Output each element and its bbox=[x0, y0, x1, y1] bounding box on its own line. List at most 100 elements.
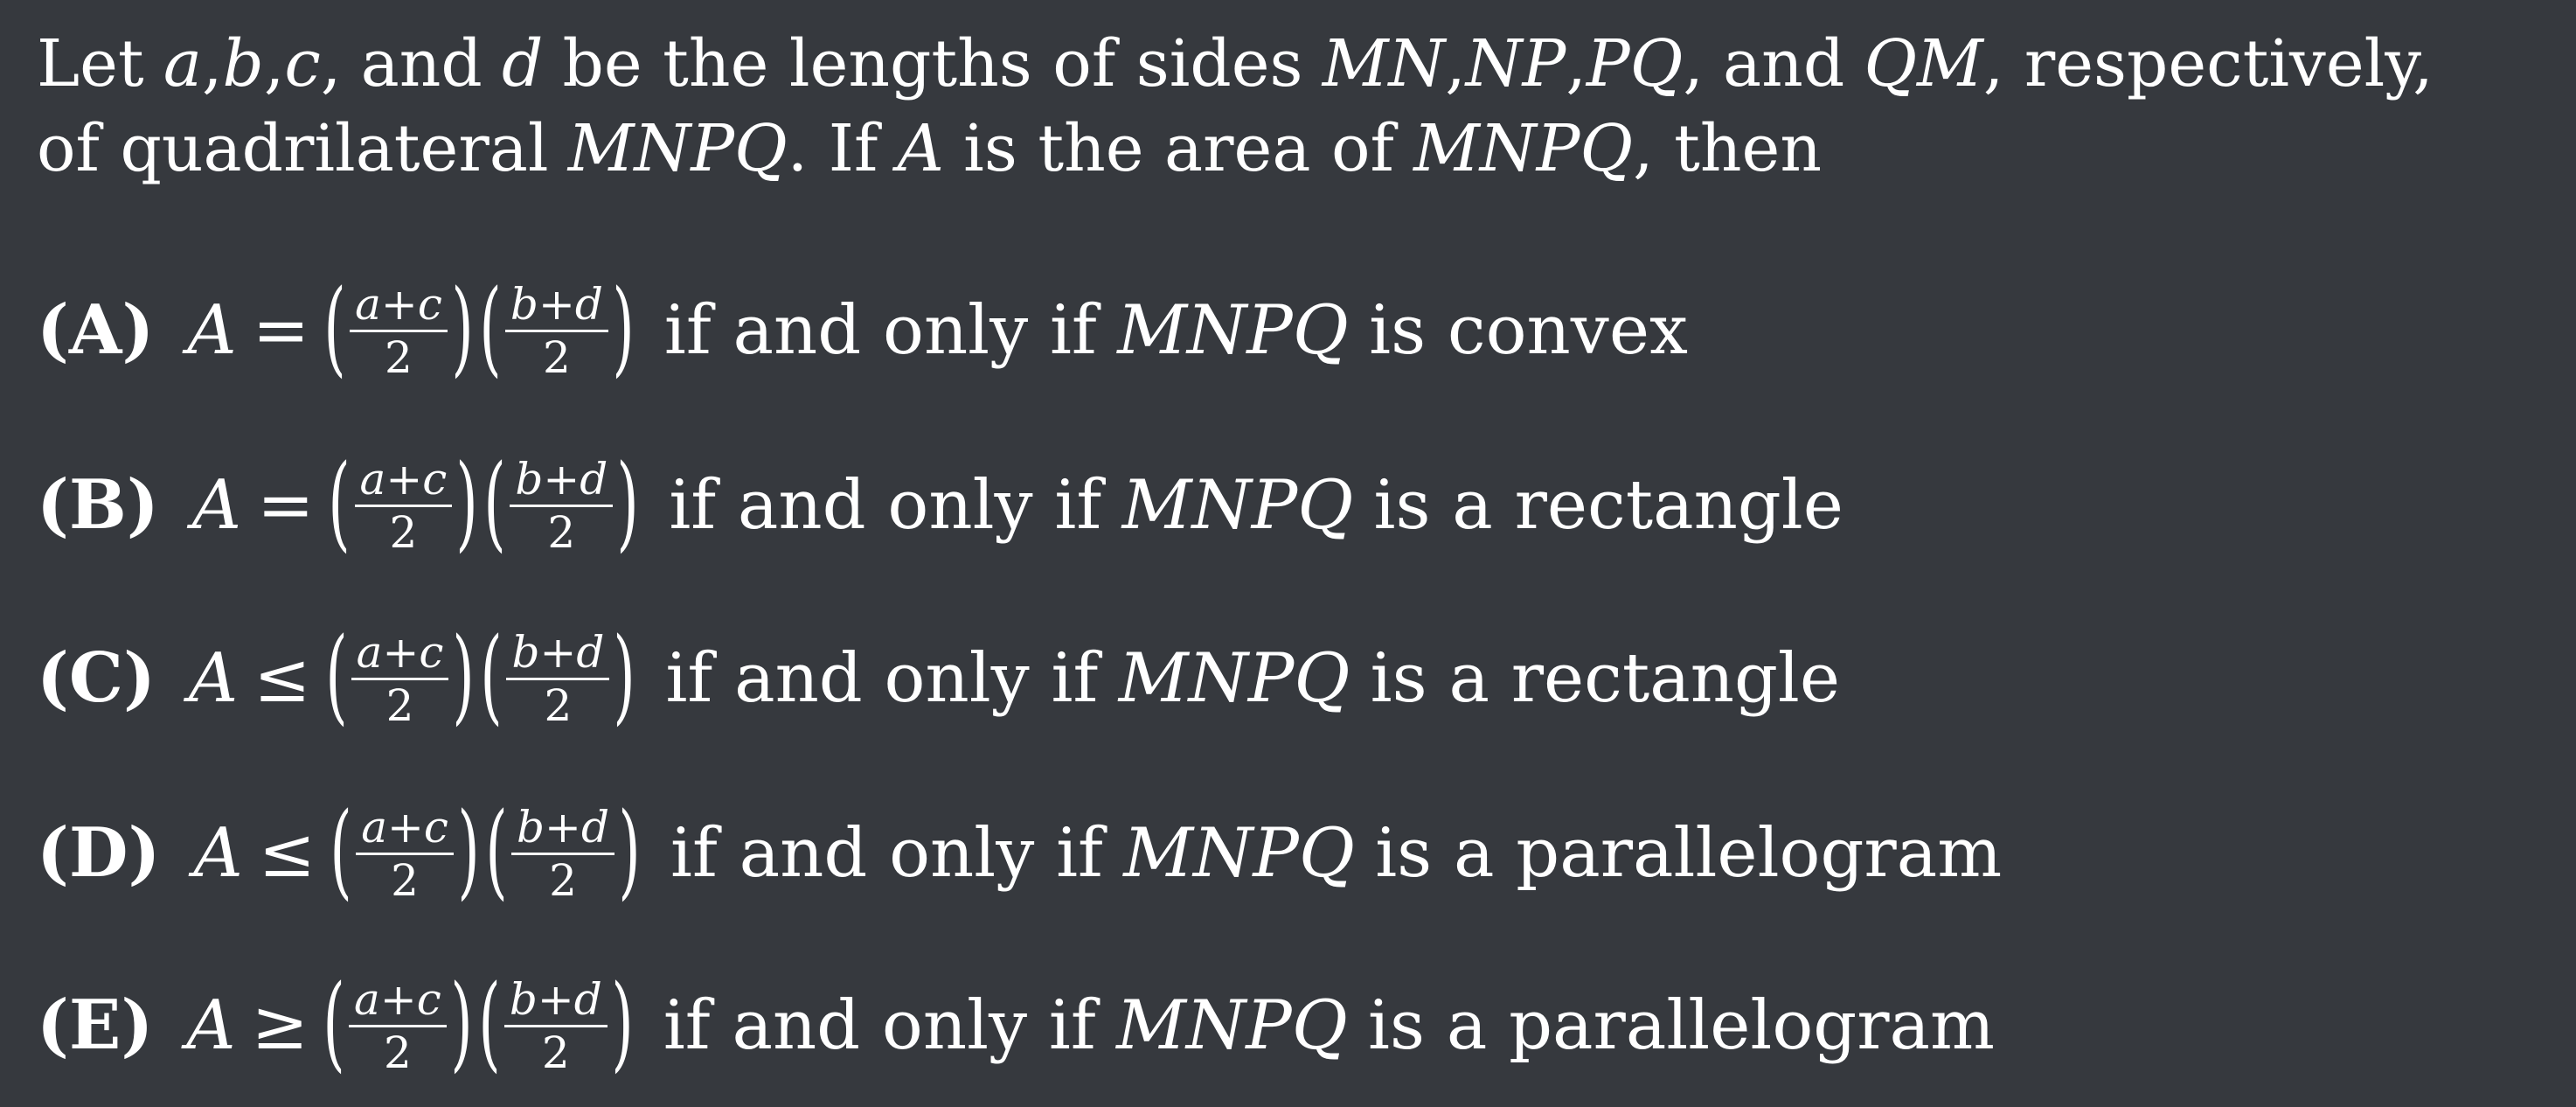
num-var: d bbox=[576, 626, 605, 678]
quadrilateral-name: MNPQ bbox=[1413, 111, 1634, 186]
fraction-numerator: a+c bbox=[355, 457, 453, 505]
open-paren: ( bbox=[483, 442, 506, 562]
num-var: a bbox=[354, 973, 380, 1025]
option-letter: (B) bbox=[37, 465, 159, 545]
option-letter: (D) bbox=[37, 813, 161, 893]
variable-d: d bbox=[501, 26, 544, 101]
option-e[interactable]: (E) A ≥ ( a+c 2 ) ( b+d 2 ) if and only … bbox=[37, 962, 1995, 1083]
option-c[interactable]: (C) A ≤ ( a+c 2 ) ( b+d 2 ) if and only … bbox=[37, 615, 1840, 735]
comma: , bbox=[320, 26, 342, 101]
num-var: c bbox=[417, 278, 442, 330]
question-line-2: of quadrilateral MNPQ . If A is the area… bbox=[37, 116, 1822, 181]
question-text: and bbox=[1723, 26, 1845, 101]
fraction-a-plus-c-over-2: a+c 2 bbox=[350, 282, 448, 379]
open-paren: ( bbox=[323, 267, 346, 387]
open-paren: ( bbox=[328, 442, 351, 562]
open-paren: ( bbox=[323, 962, 345, 1083]
question-text: and bbox=[360, 26, 483, 101]
option-letter: (A) bbox=[37, 290, 155, 370]
fraction-a-plus-c-over-2: a+c 2 bbox=[354, 457, 453, 558]
plus-sign: + bbox=[539, 626, 577, 678]
open-paren: ( bbox=[485, 790, 508, 910]
variable-c: c bbox=[284, 26, 321, 101]
close-paren: ) bbox=[611, 962, 634, 1083]
fraction-numerator: b+d bbox=[504, 978, 608, 1025]
fraction-denominator: 2 bbox=[541, 1027, 570, 1078]
open-paren: ( bbox=[478, 962, 501, 1083]
relation-symbol: = bbox=[252, 291, 310, 370]
option-text: is convex bbox=[1369, 291, 1688, 370]
variable-b: b bbox=[222, 26, 264, 101]
fraction-denominator: 2 bbox=[542, 331, 571, 383]
fraction-numerator: a+c bbox=[350, 282, 448, 330]
option-text: if and only if bbox=[670, 814, 1103, 893]
num-var: c bbox=[423, 801, 448, 853]
fraction-numerator: a+c bbox=[351, 630, 449, 678]
num-var: b bbox=[509, 973, 538, 1025]
quadrilateral-name: MNPQ bbox=[1117, 291, 1349, 370]
question-text: is the area of bbox=[963, 111, 1394, 186]
area-variable: A bbox=[188, 639, 239, 718]
option-letter: (C) bbox=[37, 638, 156, 718]
question-line-1: Let a, b, c, and d be the lengths of sid… bbox=[37, 31, 2434, 96]
fraction-b-plus-d-over-2: b+d 2 bbox=[511, 805, 614, 902]
plus-sign: + bbox=[538, 278, 575, 330]
num-var: b bbox=[510, 278, 538, 330]
fraction-b-plus-d-over-2: b+d 2 bbox=[504, 282, 608, 383]
num-var: b bbox=[511, 626, 540, 678]
num-var: d bbox=[580, 801, 609, 853]
fraction-denominator: 2 bbox=[385, 331, 413, 383]
option-text: is a parallelogram bbox=[1368, 986, 1995, 1065]
fraction-a-plus-c-over-2: a+c 2 bbox=[351, 630, 449, 728]
option-text: if and only if bbox=[663, 986, 1096, 1065]
close-paren: ) bbox=[450, 962, 473, 1083]
quadrilateral-name: MNPQ bbox=[1116, 986, 1348, 1065]
quadrilateral-name: MNPQ bbox=[567, 111, 788, 186]
option-b[interactable]: (B) A = ( a+c 2 ) ( b+d 2 ) if and only … bbox=[37, 442, 1843, 562]
fraction-denominator: 2 bbox=[549, 854, 577, 906]
comma: , bbox=[1683, 26, 1704, 101]
option-text: if and only if bbox=[665, 639, 1099, 718]
plus-sign: + bbox=[380, 278, 418, 330]
open-paren: ( bbox=[480, 615, 503, 735]
plus-sign: + bbox=[387, 801, 424, 853]
quadrilateral-name: MNPQ bbox=[1118, 639, 1350, 718]
option-text: is a rectangle bbox=[1373, 466, 1843, 545]
fraction-a-plus-c-over-2: a+c 2 bbox=[356, 805, 454, 902]
fraction-numerator: b+d bbox=[505, 282, 608, 330]
question-text: be the lengths of sides bbox=[562, 26, 1303, 101]
comma: , bbox=[263, 26, 285, 101]
comma: , bbox=[1566, 26, 1587, 101]
open-paren: ( bbox=[330, 790, 352, 910]
question-text: , then bbox=[1633, 111, 1822, 186]
num-var: d bbox=[574, 278, 603, 330]
fraction-b-plus-d-over-2: b+d 2 bbox=[503, 978, 608, 1078]
comma: , bbox=[1445, 26, 1466, 101]
plus-sign: + bbox=[385, 453, 423, 505]
close-paren: ) bbox=[616, 442, 639, 562]
option-text: is a parallelogram bbox=[1375, 814, 2003, 893]
variable-a: a bbox=[163, 26, 202, 101]
close-paren: ) bbox=[452, 615, 476, 735]
quadrilateral-name: MNPQ bbox=[1123, 814, 1355, 893]
fraction-denominator: 2 bbox=[544, 679, 573, 731]
side-np: NP bbox=[1465, 26, 1566, 101]
question-text: . If bbox=[787, 111, 878, 186]
area-variable: A bbox=[187, 291, 237, 370]
question-text: Let bbox=[37, 26, 144, 101]
option-a[interactable]: (A) A = ( a+c 2 ) ( b+d 2 ) if and only … bbox=[37, 267, 1688, 387]
fraction-a-plus-c-over-2: a+c 2 bbox=[349, 978, 447, 1075]
num-var: d bbox=[573, 973, 602, 1025]
num-var: a bbox=[361, 801, 388, 853]
close-paren: ) bbox=[618, 790, 641, 910]
side-pq: PQ bbox=[1586, 26, 1684, 101]
relation-symbol: ≤ bbox=[253, 639, 311, 718]
area-variable: A bbox=[186, 986, 236, 1065]
question-text: , respectively, bbox=[1982, 26, 2434, 101]
close-paren: ) bbox=[613, 615, 636, 735]
fraction-denominator: 2 bbox=[389, 506, 418, 558]
question-text: of quadrilateral bbox=[37, 111, 549, 186]
area-variable: A bbox=[191, 466, 242, 545]
fraction-denominator: 2 bbox=[383, 1027, 412, 1078]
option-d[interactable]: (D) A ≤ ( a+c 2 ) ( b+d 2 ) if and only … bbox=[37, 790, 2003, 910]
